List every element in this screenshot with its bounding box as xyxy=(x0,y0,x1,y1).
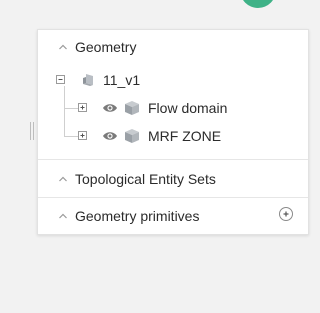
resize-grip-line xyxy=(33,122,34,140)
plus-icon xyxy=(283,211,289,217)
resize-grip-line xyxy=(30,122,31,140)
panel-resize-handle[interactable] xyxy=(30,122,34,140)
tree-node-flow-domain[interactable]: Flow domain xyxy=(38,98,308,118)
tree-node-mrf-zone[interactable]: MRF ZONE xyxy=(38,126,308,146)
expand-toggle[interactable] xyxy=(78,103,87,112)
add-primitive-button[interactable] xyxy=(279,207,293,221)
section-title-geometry-primitives: Geometry primitives xyxy=(75,208,200,224)
solid-body-icon xyxy=(125,101,139,115)
tree-node-label: 11_v1 xyxy=(103,72,141,88)
collapse-toggle[interactable] xyxy=(56,75,65,84)
part-icon xyxy=(83,74,93,86)
solid-body-icon xyxy=(125,129,139,143)
section-divider xyxy=(38,159,308,160)
section-header-geometry-primitives[interactable]: Geometry primitives xyxy=(38,205,308,227)
section-header-geometry[interactable]: Geometry xyxy=(38,36,308,58)
plus-icon xyxy=(80,133,85,138)
plus-icon xyxy=(80,105,85,110)
section-title-geometry: Geometry xyxy=(75,39,137,55)
chevron-up-icon[interactable] xyxy=(58,211,68,221)
eye-icon[interactable] xyxy=(102,130,118,142)
model-tree-panel: Geometry 11_v1 Flow domain MRF ZONE Topo… xyxy=(37,29,309,235)
section-header-topological-entity-sets[interactable]: Topological Entity Sets xyxy=(38,168,308,190)
minus-icon xyxy=(58,79,63,80)
section-divider xyxy=(38,197,308,198)
eye-icon[interactable] xyxy=(102,102,118,114)
user-avatar[interactable] xyxy=(240,0,276,8)
tree-node-label: MRF ZONE xyxy=(148,128,222,144)
chevron-up-icon[interactable] xyxy=(58,174,68,184)
expand-toggle[interactable] xyxy=(78,131,87,140)
chevron-up-icon[interactable] xyxy=(58,42,68,52)
tree-node-root[interactable]: 11_v1 xyxy=(38,70,308,90)
section-title-topological-entity-sets: Topological Entity Sets xyxy=(75,171,216,187)
tree-node-label: Flow domain xyxy=(148,100,228,116)
